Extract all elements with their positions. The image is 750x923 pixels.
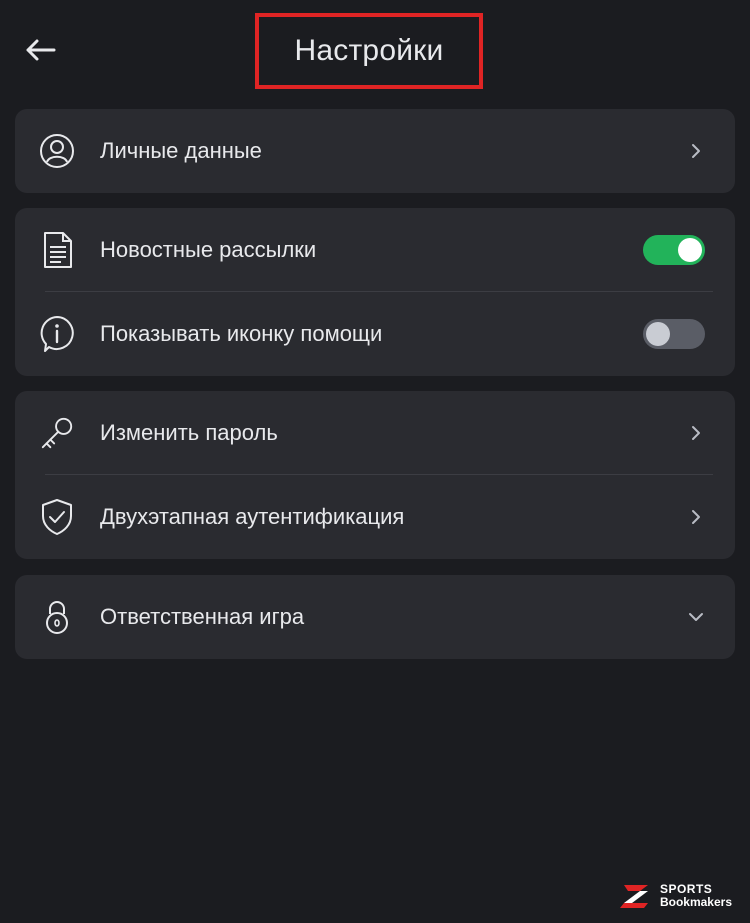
watermark-line2: Bookmakers <box>659 895 732 909</box>
chevron-right-icon <box>687 508 705 526</box>
responsible-card: Ответственная игра <box>15 575 735 659</box>
chevron-down-icon <box>687 608 705 626</box>
watermark: SPORTS Bookmakers <box>618 881 732 911</box>
lock-icon <box>39 599 75 635</box>
chevron-right-icon <box>687 424 705 442</box>
newsletters-label: Новостные рассылки <box>100 237 317 262</box>
user-circle-icon <box>39 133 75 169</box>
responsible-gaming-item[interactable]: Ответственная игра <box>15 575 735 659</box>
info-bubble-icon <box>39 316 75 352</box>
responsible-gaming-label: Ответственная игра <box>100 604 305 629</box>
security-card: Изменить пароль Двухэтапная аутентификац… <box>15 391 735 559</box>
back-button[interactable] <box>20 30 60 70</box>
change-password-item[interactable]: Изменить пароль <box>15 391 735 475</box>
help-icon-toggle[interactable] <box>643 319 705 349</box>
shield-check-icon <box>39 499 75 535</box>
personal-data-label: Личные данные <box>100 138 262 163</box>
help-icon-item: Показывать иконку помощи <box>15 292 735 376</box>
change-password-label: Изменить пароль <box>100 420 278 445</box>
notifications-card: Новостные рассылки Показывать иконку пом… <box>15 208 735 376</box>
key-icon <box>39 415 75 451</box>
document-icon <box>39 232 75 268</box>
two-factor-item[interactable]: Двухэтапная аутентификация <box>15 475 735 559</box>
watermark-text: SPORTS Bookmakers <box>659 882 732 909</box>
newsletters-item: Новостные рассылки <box>15 208 735 292</box>
arrow-left-icon <box>26 39 56 61</box>
header: Настройки <box>0 0 750 100</box>
two-factor-label: Двухэтапная аутентификация <box>100 504 405 529</box>
title-highlight-box: Настройки <box>255 13 483 89</box>
sports-bookmakers-logo-icon <box>619 885 648 908</box>
page-title: Настройки <box>294 34 444 67</box>
personal-data-item[interactable]: Личные данные <box>15 109 735 193</box>
newsletters-toggle[interactable] <box>643 235 705 265</box>
toggle-knob <box>678 238 702 262</box>
toggle-knob <box>646 322 670 346</box>
personal-card: Личные данные <box>15 109 735 193</box>
help-icon-label: Показывать иконку помощи <box>100 321 383 346</box>
chevron-right-icon <box>687 142 705 160</box>
